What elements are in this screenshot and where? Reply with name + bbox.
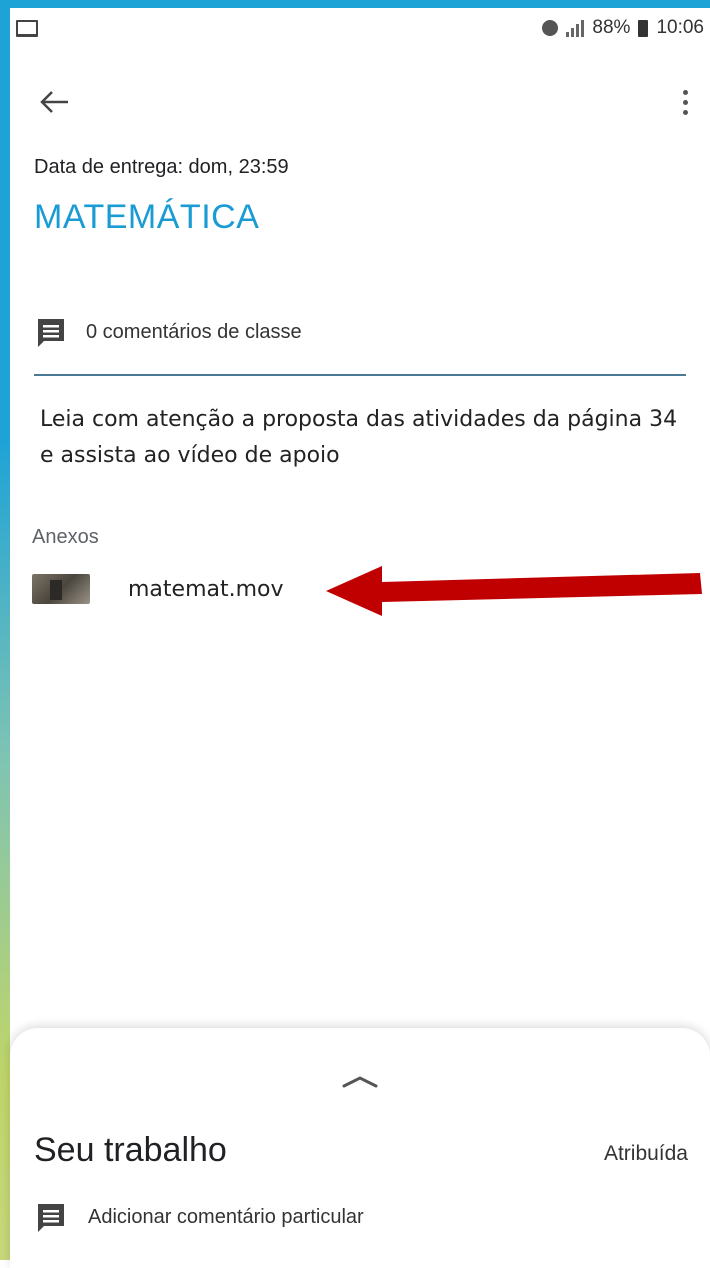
chevron-up-icon[interactable] <box>338 1070 382 1092</box>
divider <box>34 374 686 376</box>
comment-icon <box>38 319 64 347</box>
frame-top-accent <box>0 0 710 8</box>
attachment-filename: matemat.mov <box>128 576 284 602</box>
your-work-sheet[interactable]: Seu trabalho Atribuída Adicionar comentá… <box>10 1028 710 1268</box>
due-date: Data de entrega: dom, 23:59 <box>34 156 289 178</box>
attachment-item[interactable]: matemat.mov <box>32 574 284 604</box>
video-thumbnail <box>32 574 90 604</box>
assignment-instructions: Leia com atenção a proposta das atividad… <box>40 407 678 468</box>
frame-left-accent <box>0 0 10 1260</box>
laptop-icon <box>16 19 38 37</box>
more-vert-icon[interactable] <box>680 82 690 122</box>
class-comments-link[interactable]: 0 comentários de classe <box>34 315 302 349</box>
your-work-title: Seu trabalho <box>34 1131 227 1169</box>
arrow-left-icon[interactable] <box>36 84 76 120</box>
battery-icon <box>638 19 649 37</box>
assignment-status-badge: Atribuída <box>603 1142 688 1165</box>
annotation-arrow-icon <box>326 566 702 616</box>
alarm-icon <box>542 20 559 36</box>
clock: 10:06 <box>656 17 704 38</box>
wifi-signal-icon <box>566 19 585 37</box>
class-comments-count: 0 comentários de classe <box>86 320 302 343</box>
comment-icon <box>38 1204 64 1232</box>
private-comment-label: Adicionar comentário particular <box>88 1205 364 1228</box>
battery-percent: 88% <box>592 17 631 38</box>
screen: 88% 10:06 Data de entrega: dom, 23:59 MA… <box>10 8 710 1268</box>
assignment-title: MATEMÁTICA <box>34 198 260 236</box>
attachments-label: Anexos <box>32 526 99 548</box>
app-bar <box>10 78 710 128</box>
add-private-comment-button[interactable]: Adicionar comentário particular <box>34 1200 364 1234</box>
status-bar: 88% 10:06 <box>10 8 710 48</box>
